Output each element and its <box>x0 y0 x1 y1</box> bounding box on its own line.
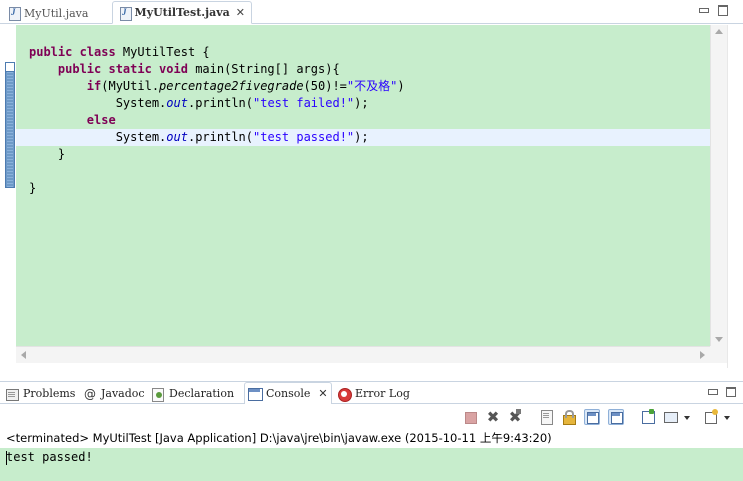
minimize-icon[interactable] <box>698 5 709 15</box>
tab-myutiltest-java[interactable]: MyUtilTest.java ✕ <box>112 1 252 24</box>
code-line: public class MyUtilTest { <box>16 44 710 61</box>
close-icon[interactable]: ✕ <box>318 387 327 400</box>
code-keyword: else <box>86 113 116 127</box>
fold-marker-icon[interactable] <box>5 62 15 72</box>
close-icon[interactable]: ✕ <box>236 6 245 19</box>
vertical-scrollbar[interactable] <box>710 25 727 346</box>
clear-console-icon[interactable] <box>539 409 555 425</box>
console-toolbar: ✖ ✖ <box>0 404 743 430</box>
tab-label: Console <box>266 387 311 400</box>
code-keyword: public static void <box>57 62 196 76</box>
code-field: out <box>166 96 188 110</box>
console-icon <box>248 387 263 401</box>
code-editor[interactable]: public class MyUtilTest { public static … <box>0 25 743 368</box>
code-text: .println( <box>187 96 253 110</box>
scroll-up-icon[interactable] <box>715 29 723 34</box>
code-line: if(MyUtil.percentage2fivegrade(50)!="不及格… <box>16 78 710 95</box>
code-line: public static void main(String[] args){ <box>16 61 710 78</box>
change-marker-bar <box>5 62 15 188</box>
code-text: System. <box>115 130 167 144</box>
code-string: "test failed!" <box>253 96 355 110</box>
tab-label: MyUtilTest.java <box>134 6 230 19</box>
editor-ruler <box>0 25 16 368</box>
code-keyword: if <box>86 79 102 93</box>
code-text: } <box>57 147 66 161</box>
scroll-right-icon[interactable] <box>700 351 705 359</box>
declaration-icon <box>151 387 165 402</box>
code-text: ); <box>354 130 369 144</box>
show-console-on-output-icon[interactable] <box>584 409 600 425</box>
code-string: "不及格" <box>346 79 398 93</box>
code-text: (MyUtil. <box>101 79 160 93</box>
tab-error-log[interactable]: Error Log <box>334 383 414 404</box>
tab-problems[interactable]: Problems <box>2 383 78 404</box>
chevron-down-icon[interactable] <box>684 416 690 420</box>
code-text: main(String[] args){ <box>195 62 340 76</box>
code-text: } <box>29 181 37 195</box>
tab-console[interactable]: Console ✕ <box>244 382 332 405</box>
views-tab-bar: Problems @ Javadoc Declaration Console ✕… <box>0 381 743 405</box>
tab-declaration[interactable]: Declaration <box>148 383 240 404</box>
code-text: ) <box>397 79 405 93</box>
code-line: System.out.println("test failed!"); <box>16 95 710 112</box>
console-process-description: <terminated> MyUtilTest [Java Applicatio… <box>6 431 552 445</box>
remove-all-terminated-icon[interactable]: ✖ <box>507 409 523 425</box>
tab-javadoc[interactable]: @ Javadoc <box>80 383 146 404</box>
code-text-area[interactable]: public class MyUtilTest { public static … <box>16 25 710 346</box>
scroll-left-icon[interactable] <box>21 351 26 359</box>
console-output-area[interactable]: test passed! <box>0 448 743 481</box>
current-code-line: System.out.println("test passed!"); <box>16 129 710 146</box>
display-selected-console-icon[interactable] <box>663 409 679 425</box>
remove-launch-icon[interactable]: ✖ <box>485 409 501 425</box>
scroll-lock-icon[interactable] <box>561 409 577 425</box>
code-text: ); <box>354 96 369 110</box>
tab-label: MyUtil.java <box>24 6 89 20</box>
code-line: } <box>16 180 710 197</box>
code-text: MyUtilTest { <box>122 45 210 59</box>
error-log-icon <box>337 387 352 402</box>
horizontal-scrollbar[interactable] <box>16 346 710 363</box>
scrollbar-corner <box>710 346 727 363</box>
maximize-icon[interactable] <box>718 5 728 16</box>
tab-label: Error Log <box>355 387 410 400</box>
code-text: (50)!= <box>303 79 347 93</box>
tab-label: Declaration <box>169 387 235 400</box>
minimize-icon[interactable] <box>708 389 718 395</box>
javadoc-icon: @ <box>84 386 96 401</box>
tab-label: Javadoc <box>101 387 145 400</box>
show-console-on-error-icon[interactable] <box>608 409 624 425</box>
maximize-icon[interactable] <box>726 387 736 397</box>
overview-ruler[interactable] <box>727 25 743 368</box>
chevron-down-icon[interactable] <box>724 416 730 420</box>
code-text: .println( <box>187 130 253 144</box>
code-line: else <box>16 112 710 129</box>
open-console-icon[interactable] <box>703 409 719 425</box>
code-line: } <box>16 146 710 163</box>
tab-label: Problems <box>23 387 76 400</box>
code-string: "test passed!" <box>253 130 355 144</box>
scroll-down-icon[interactable] <box>715 337 723 342</box>
java-file-icon <box>8 6 21 21</box>
java-file-icon <box>119 6 132 21</box>
tab-myutil-java[interactable]: MyUtil.java <box>2 2 108 24</box>
pin-console-icon[interactable] <box>640 409 656 425</box>
code-text: System. <box>115 96 167 110</box>
console-output-line: test passed! <box>6 450 93 464</box>
terminate-icon[interactable] <box>462 409 478 425</box>
editor-tab-bar: MyUtil.java MyUtilTest.java ✕ <box>0 0 743 24</box>
code-field: out <box>166 130 188 144</box>
code-keyword: public class <box>29 45 123 59</box>
problems-icon <box>5 387 19 401</box>
code-method: percentage2fivegrade <box>159 79 304 93</box>
